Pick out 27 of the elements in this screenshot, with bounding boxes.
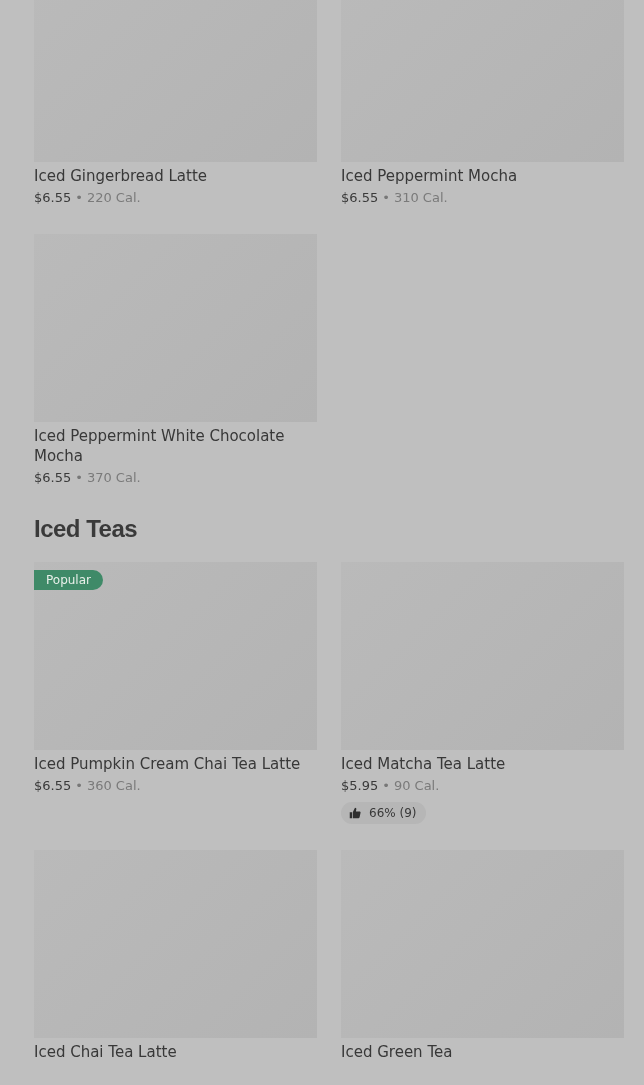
- separator-dot: •: [75, 469, 83, 487]
- section-heading: Iced Teas: [34, 514, 139, 544]
- separator-dot: •: [382, 777, 390, 795]
- item-name[interactable]: Iced Peppermint White Chocolate Mocha: [34, 426, 317, 466]
- item-price: $6.55: [34, 469, 72, 487]
- item-name[interactable]: Iced Gingerbread Latte: [34, 166, 207, 186]
- item-name[interactable]: Iced Pumpkin Cream Chai Tea Latte: [34, 754, 301, 774]
- item-name[interactable]: Iced Peppermint Mocha: [341, 166, 518, 186]
- item-calories: 360 Cal.: [86, 777, 141, 795]
- item-name[interactable]: Iced Green Tea: [341, 1042, 453, 1062]
- image-placeholder[interactable]: [34, 562, 317, 750]
- item-name[interactable]: Iced Chai Tea Latte: [34, 1042, 177, 1062]
- item-name[interactable]: Iced Matcha Tea Latte: [341, 754, 506, 774]
- item-calories: 370 Cal.: [86, 469, 141, 487]
- item-calories: 90 Cal.: [393, 777, 440, 795]
- item-price: $6.55: [341, 189, 379, 207]
- item-calories: 220 Cal.: [86, 189, 141, 207]
- separator-dot: •: [382, 189, 390, 207]
- item-calories: 310 Cal.: [393, 189, 448, 207]
- item-price: $6.55: [34, 777, 72, 795]
- popular-badge: Popular: [34, 570, 103, 590]
- item-price: $6.55: [34, 189, 72, 207]
- thumbs-up-icon: [349, 807, 361, 819]
- rating-text: 66% (9): [369, 805, 417, 822]
- separator-dot: •: [75, 189, 83, 207]
- item-price: $5.95: [341, 777, 379, 795]
- separator-dot: •: [75, 777, 83, 795]
